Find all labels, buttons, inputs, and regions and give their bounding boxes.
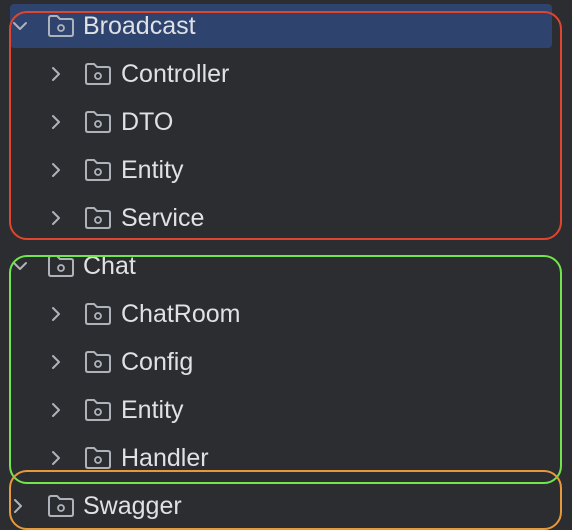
tree-node-chatroom[interactable]: ChatRoom bbox=[0, 290, 572, 334]
tree-node-label: Controller bbox=[121, 60, 230, 88]
tree-node-label: Config bbox=[121, 348, 194, 376]
chevron-right-icon[interactable] bbox=[46, 400, 66, 420]
tree-node-controller[interactable]: Controller bbox=[0, 50, 572, 94]
chevron-right-icon[interactable] bbox=[46, 160, 66, 180]
tree-node-broadcast[interactable]: Broadcast bbox=[0, 2, 572, 48]
folder-icon bbox=[84, 206, 112, 230]
folder-icon bbox=[47, 494, 75, 518]
project-tree: Broadcast Controller DTO Entity Service … bbox=[0, 0, 572, 530]
chevron-right-icon[interactable] bbox=[46, 448, 66, 468]
tree-node-chat-entity[interactable]: Entity bbox=[0, 386, 572, 430]
tree-node-service[interactable]: Service bbox=[0, 194, 572, 238]
folder-icon bbox=[84, 302, 112, 326]
tree-node-label: Swagger bbox=[83, 492, 182, 520]
chevron-right-icon[interactable] bbox=[8, 496, 28, 516]
tree-node-label: ChatRoom bbox=[121, 300, 241, 328]
tree-node-label: Chat bbox=[83, 252, 136, 280]
folder-icon bbox=[84, 158, 112, 182]
tree-node-label: Entity bbox=[121, 396, 184, 424]
folder-icon bbox=[47, 254, 75, 278]
tree-node-swagger[interactable]: Swagger bbox=[0, 482, 572, 526]
folder-icon bbox=[84, 446, 112, 470]
tree-node-dto[interactable]: DTO bbox=[0, 98, 572, 142]
chevron-down-icon[interactable] bbox=[10, 16, 30, 36]
folder-icon bbox=[47, 14, 75, 38]
folder-icon bbox=[84, 62, 112, 86]
chevron-right-icon[interactable] bbox=[46, 304, 66, 324]
folder-icon bbox=[84, 350, 112, 374]
tree-node-entity[interactable]: Entity bbox=[0, 146, 572, 190]
tree-node-label: Service bbox=[121, 204, 205, 232]
tree-node-chat[interactable]: Chat bbox=[0, 242, 572, 286]
chevron-right-icon[interactable] bbox=[46, 112, 66, 132]
tree-node-label: Handler bbox=[121, 444, 209, 472]
folder-icon bbox=[84, 110, 112, 134]
tree-node-label: Broadcast bbox=[83, 12, 196, 40]
chevron-right-icon[interactable] bbox=[46, 352, 66, 372]
tree-node-label: Entity bbox=[121, 156, 184, 184]
tree-node-handler[interactable]: Handler bbox=[0, 434, 572, 478]
folder-icon bbox=[84, 398, 112, 422]
chevron-down-icon[interactable] bbox=[10, 256, 30, 276]
chevron-right-icon[interactable] bbox=[46, 64, 66, 84]
tree-node-label: DTO bbox=[121, 108, 174, 136]
chevron-right-icon[interactable] bbox=[46, 208, 66, 228]
tree-node-config[interactable]: Config bbox=[0, 338, 572, 382]
